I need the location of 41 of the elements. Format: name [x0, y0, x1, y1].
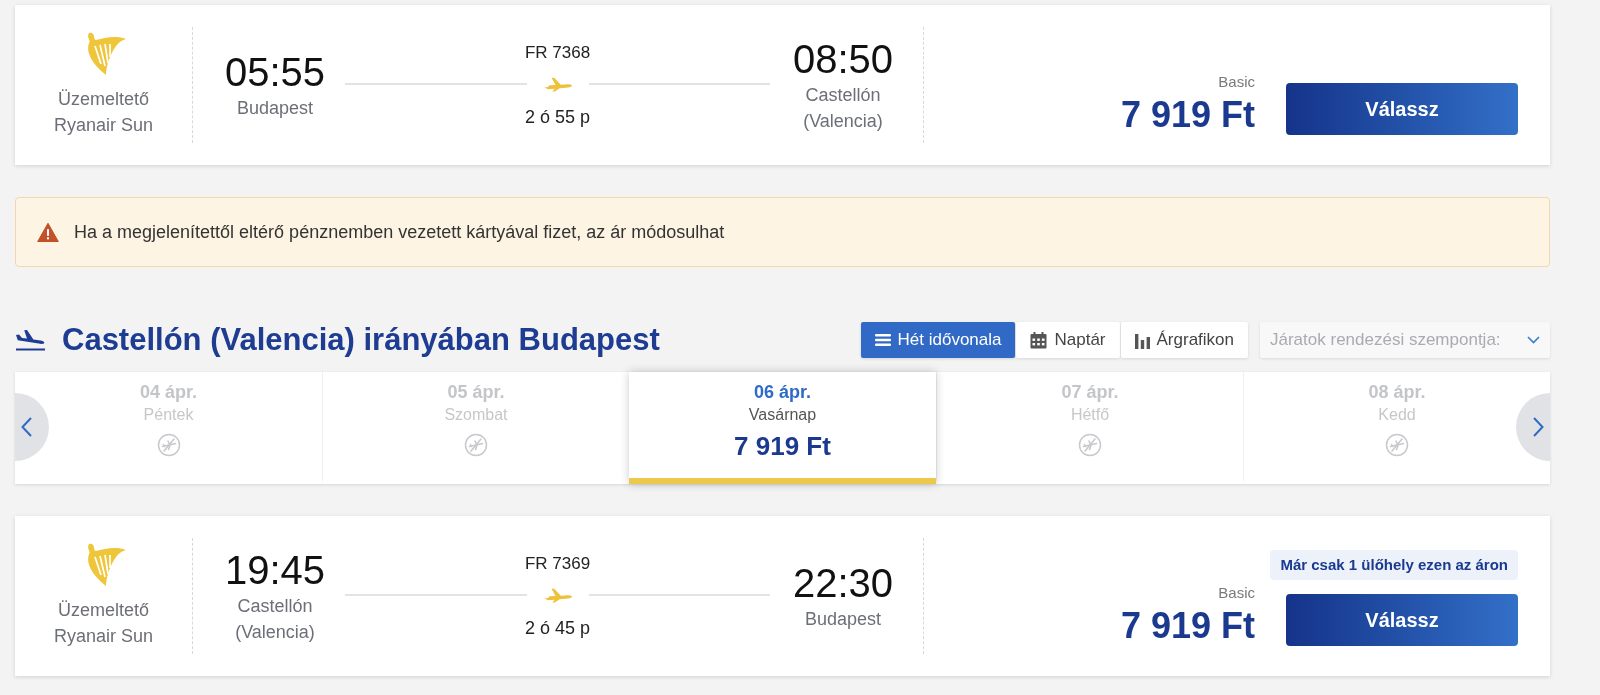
- fare-label: Basic: [1218, 74, 1255, 90]
- departure-city: Budapest: [236, 97, 314, 120]
- flight-number: FR 7369: [524, 552, 591, 575]
- calendar-icon: [1030, 331, 1048, 349]
- plane-landing-icon: [15, 329, 46, 351]
- no-flights-icon: [1078, 433, 1102, 457]
- arrival-city: Budapest: [804, 608, 882, 631]
- plane-icon: [542, 587, 573, 603]
- no-flights-icon: [1385, 433, 1409, 457]
- flight-number: FR 7368: [524, 41, 591, 64]
- departure-time: 05:55: [224, 49, 326, 95]
- chevron-right-icon: [1533, 417, 1544, 437]
- arrival-time: 08:50: [792, 36, 894, 82]
- price: 7 919 Ft: [1120, 95, 1255, 135]
- warning-icon: [37, 222, 59, 242]
- plane-icon: [542, 76, 573, 92]
- no-flights-icon: [156, 433, 181, 457]
- departure-city: Castellón (Valencia): [234, 595, 316, 644]
- section-heading: Castellón (Valencia) irányában Budapest: [62, 322, 660, 358]
- list-icon: [874, 333, 891, 347]
- select-button[interactable]: Válassz: [1286, 83, 1518, 135]
- price: 7 919 Ft: [1120, 606, 1255, 646]
- notice-text: Ha a megjelenítettől eltérő pénznemben vezetett kártyával fizet, az ár módosulhat: [74, 220, 725, 244]
- select-button[interactable]: Válassz: [1286, 594, 1518, 646]
- arrival-time: 22:30: [792, 560, 894, 606]
- operator-text: Üzemeltető Ryanair Sun: [52, 599, 155, 648]
- fare-label: Basic: [1218, 585, 1255, 601]
- arrival-city: Castellón (Valencia): [802, 84, 884, 133]
- flight-duration: 2 ó 45 p: [524, 616, 591, 640]
- operator-text: Üzemeltető Ryanair Sun: [52, 88, 155, 137]
- chevron-left-icon: [21, 417, 32, 437]
- departure-time: 19:45: [224, 547, 326, 593]
- view-tab[interactable]: Árgrafikon: [1120, 322, 1248, 358]
- date-tab[interactable]: 06 ápr. Vasárnap 7 919 Ft: [629, 372, 936, 484]
- seats-left-badge: Már csak 1 ülőhely ezen az áron: [1270, 550, 1518, 580]
- bar-chart-icon: [1134, 331, 1150, 349]
- view-tab[interactable]: Naptár: [1016, 322, 1120, 358]
- chevron-down-icon: [1527, 336, 1540, 344]
- view-tab[interactable]: Hét idővonala: [860, 322, 1016, 358]
- flight-duration: 2 ó 55 p: [524, 105, 591, 129]
- no-flights-icon: [464, 433, 488, 457]
